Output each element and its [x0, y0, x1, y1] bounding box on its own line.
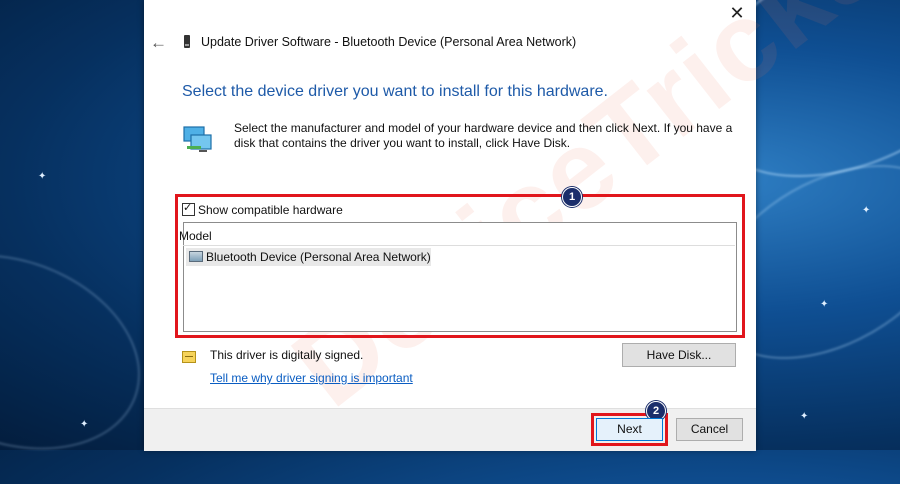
page-heading: Select the device driver you want to ins…	[182, 83, 608, 100]
model-column-header[interactable]: Model	[179, 229, 212, 243]
cancel-button[interactable]: Cancel	[676, 418, 743, 441]
hardware-monitor-icon	[183, 126, 212, 152]
sparkle: ✦	[800, 411, 809, 422]
list-item-label[interactable]: Bluetooth Device (Personal Area Network)	[206, 250, 431, 264]
driver-signed-status: This driver is digitally signed.	[210, 348, 364, 362]
check-mark-icon: ✓	[183, 202, 193, 214]
update-driver-dialog: DeviceTricks ✕ ← Update Driver Software …	[144, 0, 900, 451]
back-arrow-icon[interactable]: ←	[150, 33, 167, 53]
sparkle: ✦	[80, 419, 89, 430]
step-badge-1: 1	[562, 187, 582, 207]
sparkle: ✦	[862, 205, 871, 216]
list-header-divider	[183, 245, 735, 246]
instructions-text: Select the manufacturer and model of you…	[234, 121, 733, 150]
show-compatible-checkbox[interactable]: ✓	[182, 202, 195, 216]
sparkle: ✦	[38, 171, 47, 182]
window-title: Update Driver Software - Bluetooth Devic…	[201, 35, 577, 49]
show-compatible-label[interactable]: Show compatible hardware	[198, 203, 343, 217]
close-button[interactable]: ✕	[724, 2, 750, 24]
next-button[interactable]: Next	[596, 418, 663, 441]
driver-signing-link[interactable]: Tell me why driver signing is important	[210, 371, 413, 385]
certificate-icon	[182, 351, 196, 363]
have-disk-button[interactable]: Have Disk...	[622, 343, 736, 367]
bluetooth-device-icon	[184, 35, 190, 48]
network-adapter-icon	[189, 251, 203, 262]
sparkle: ✦	[820, 299, 829, 310]
light-streak	[0, 220, 168, 484]
model-listbox[interactable]	[183, 222, 737, 332]
